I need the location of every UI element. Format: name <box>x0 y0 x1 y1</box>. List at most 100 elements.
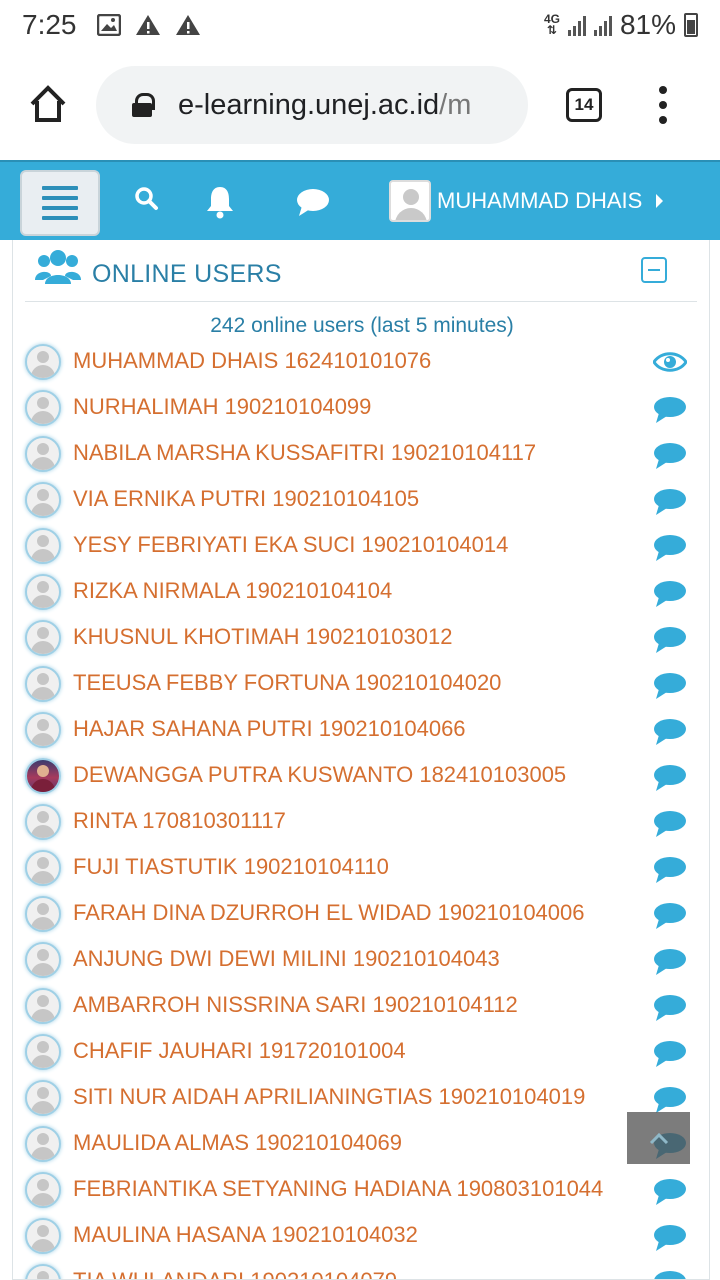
message-icon[interactable] <box>653 1178 687 1213</box>
user-avatar[interactable] <box>25 1034 61 1070</box>
message-icon[interactable] <box>653 1270 687 1279</box>
message-icon[interactable] <box>653 488 687 523</box>
user-avatar[interactable] <box>25 666 61 702</box>
eye-icon <box>652 350 688 379</box>
online-users-summary: 242 online users (last 5 minutes) <box>210 314 514 337</box>
user-avatar[interactable] <box>25 850 61 886</box>
user-avatar[interactable] <box>25 1126 61 1162</box>
user-row: SITI NUR AIDAH APRILIANINGTIAS 190210104… <box>13 1080 709 1126</box>
user-row: VIA ERNIKA PUTRI 190210104105 <box>13 482 709 528</box>
message-icon[interactable] <box>653 442 687 477</box>
message-icon[interactable] <box>653 1040 687 1075</box>
chat-icon[interactable] <box>296 188 330 218</box>
message-icon[interactable] <box>653 810 687 845</box>
collapse-block-icon[interactable] <box>641 257 667 283</box>
user-list: MUHAMMAD DHAIS 162410101076 NURHALIMAH 19… <box>13 344 709 1279</box>
hamburger-menu-button[interactable] <box>20 170 100 236</box>
home-icon[interactable] <box>26 82 70 126</box>
message-icon[interactable] <box>653 1224 687 1259</box>
user-avatar[interactable] <box>25 712 61 748</box>
user-avatar[interactable] <box>25 1172 61 1208</box>
user-avatar[interactable] <box>25 574 61 610</box>
signal-icon <box>593 14 612 36</box>
battery-percent: 81% <box>619 9 676 40</box>
user-menu[interactable]: MUHAMMAD DHAIS <box>389 180 664 222</box>
user-row: MAULINA HASANA 190210104032 <box>13 1218 709 1264</box>
block-title: ONLINE USERS <box>92 260 282 288</box>
user-avatar[interactable] <box>25 1080 61 1116</box>
message-icon[interactable] <box>653 580 687 615</box>
status-right: 4G ⇅ 81% <box>544 9 698 41</box>
user-row: HAJAR SAHANA PUTRI 190210104066 <box>13 712 709 758</box>
network-type-icon: 4G ⇅ <box>543 12 560 37</box>
user-profile-link[interactable]: DEWANGGA PUTRA KUSWANTO 182410103005 <box>73 762 566 788</box>
user-avatar[interactable] <box>25 390 61 426</box>
user-profile-link[interactable]: VIA ERNIKA PUTRI 190210104105 <box>73 486 419 512</box>
battery-icon <box>684 13 698 37</box>
user-row: FUJI TIASTUTIK 190210104110 <box>13 850 709 896</box>
user-profile-link[interactable]: CHAFIF JAUHARI 191720101004 <box>73 1038 406 1064</box>
user-row: NURHALIMAH 190210104099 <box>13 390 709 436</box>
user-profile-link[interactable]: FEBRIANTIKA SETYANING HADIANA 1908031010… <box>73 1176 603 1202</box>
user-avatar[interactable] <box>25 344 61 380</box>
user-profile-link[interactable]: RINTA 170810301117 <box>73 808 286 834</box>
user-profile-link[interactable]: ANJUNG DWI DEWI MILINI 190210104043 <box>73 946 500 972</box>
user-row: DEWANGGA PUTRA KUSWANTO 182410103005 <box>13 758 709 804</box>
scroll-to-top-button[interactable] <box>627 1112 690 1164</box>
message-icon[interactable] <box>653 856 687 891</box>
user-profile-link[interactable]: KHUSNUL KHOTIMAH 190210103012 <box>73 624 452 650</box>
user-avatar[interactable] <box>25 896 61 932</box>
user-profile-link[interactable]: MAULIDA ALMAS 190210104069 <box>73 1130 402 1156</box>
user-avatar[interactable] <box>25 1218 61 1254</box>
user-profile-link[interactable]: HAJAR SAHANA PUTRI 190210104066 <box>73 716 466 742</box>
user-profile-link[interactable]: TEEUSA FEBBY FORTUNA 190210104020 <box>73 670 501 696</box>
user-profile-link[interactable]: AMBARROH NISSRINA SARI 190210104112 <box>73 992 518 1018</box>
warning-icon <box>135 15 160 35</box>
message-icon[interactable] <box>653 948 687 983</box>
bell-icon[interactable] <box>204 184 236 220</box>
message-icon[interactable] <box>653 718 687 753</box>
user-profile-link[interactable]: MAULINA HASANA 190210104032 <box>73 1222 418 1248</box>
user-row: TEEUSA FEBBY FORTUNA 190210104020 <box>13 666 709 712</box>
user-row: KHUSNUL KHOTIMAH 190210103012 <box>13 620 709 666</box>
user-avatar[interactable] <box>25 942 61 978</box>
users-icon <box>35 250 81 284</box>
user-profile-link[interactable]: MUHAMMAD DHAIS 162410101076 <box>73 348 431 374</box>
message-icon[interactable] <box>653 626 687 661</box>
message-icon[interactable] <box>653 672 687 707</box>
user-profile-link[interactable]: NURHALIMAH 190210104099 <box>73 394 371 420</box>
user-profile-link[interactable]: NABILA MARSHA KUSSAFITRI 190210104117 <box>73 440 536 466</box>
user-avatar[interactable] <box>25 1264 61 1279</box>
lock-icon <box>132 93 155 117</box>
message-icon[interactable] <box>653 902 687 937</box>
user-profile-link[interactable]: RIZKA NIRMALA 190210104104 <box>73 578 392 604</box>
user-row: CHAFIF JAUHARI 191720101004 <box>13 1034 709 1080</box>
user-avatar[interactable] <box>25 758 61 794</box>
user-avatar[interactable] <box>25 804 61 840</box>
browser-toolbar: e-learning.unej.ac.id/m 14 <box>0 50 720 160</box>
user-profile-link[interactable]: TIA WULANDARI 190210104079 <box>73 1268 397 1279</box>
user-avatar[interactable] <box>25 620 61 656</box>
user-profile-link[interactable]: FARAH DINA DZURROH EL WIDAD 190210104006 <box>73 900 585 926</box>
user-row: ANJUNG DWI DEWI MILINI 190210104043 <box>13 942 709 988</box>
user-avatar[interactable] <box>25 482 61 518</box>
user-profile-link[interactable]: SITI NUR AIDAH APRILIANINGTIAS 190210104… <box>73 1084 585 1110</box>
block-header: ONLINE USERS <box>25 240 697 302</box>
status-bar: 7:25 4G ⇅ 81% <box>0 0 720 50</box>
more-options-icon[interactable] <box>656 86 670 124</box>
tab-switcher-button[interactable]: 14 <box>566 88 602 122</box>
user-profile-link[interactable]: FUJI TIASTUTIK 190210104110 <box>73 854 389 880</box>
address-bar[interactable]: e-learning.unej.ac.id/m <box>96 66 528 144</box>
user-avatar[interactable] <box>25 528 61 564</box>
message-icon[interactable] <box>653 396 687 431</box>
chevron-up-icon <box>649 1132 668 1145</box>
user-profile-link[interactable]: YESY FEBRIYATI EKA SUCI 190210104014 <box>73 532 508 558</box>
message-icon[interactable] <box>653 994 687 1029</box>
message-icon[interactable] <box>653 534 687 569</box>
user-row: NABILA MARSHA KUSSAFITRI 190210104117 <box>13 436 709 482</box>
user-menu-name: MUHAMMAD DHAIS <box>437 188 643 213</box>
search-icon[interactable] <box>134 184 160 214</box>
user-avatar[interactable] <box>25 436 61 472</box>
message-icon[interactable] <box>653 764 687 799</box>
user-avatar[interactable] <box>25 988 61 1024</box>
